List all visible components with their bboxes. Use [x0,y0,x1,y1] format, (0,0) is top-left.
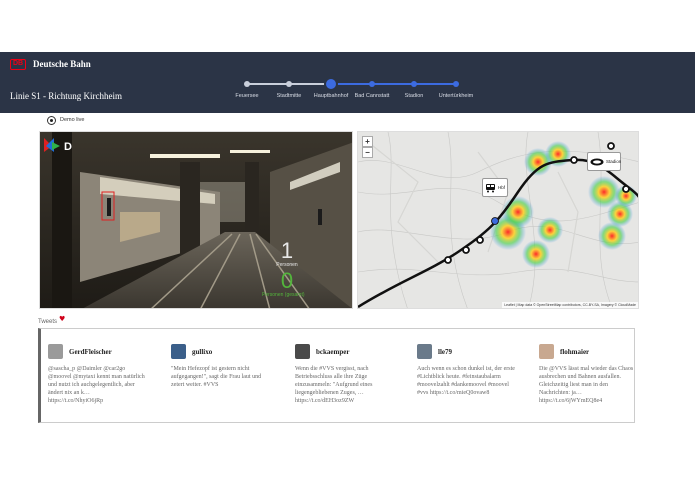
total-count-label: Personen (gesamt) [262,292,305,298]
tweet-username[interactable]: flohmaier [560,348,589,356]
marker-label: Stadion [606,159,622,164]
brand-name: Deutsche Bahn [33,59,91,69]
map-attribution[interactable]: Leaflet | Map data © OpenStreetMap contr… [502,302,638,308]
marker-stadion[interactable]: Stadion [587,152,621,171]
heatmap-map[interactable]: + − Hbf Stadion Leaflet | Map data © Ope… [357,131,639,309]
person-counter: 1 Personen 0 Personen (gesamt) [262,238,305,299]
stop-dot [286,81,292,87]
tweet-text: @sascha_p @Daimler @car2go @moovel @myta… [48,366,145,404]
stop-label: Untertürkheim [438,93,474,99]
total-count: 0 [280,268,294,293]
tweet-text: Wenn die #VVS vergisst, nach Betriebssch… [295,366,373,404]
tweet-text: Auch wenn es schon dunkel ist, der erste… [417,366,515,396]
zoom-in-button[interactable]: + [362,136,373,147]
tweet-username[interactable]: lle79 [438,348,452,356]
demo-live-radio[interactable] [47,116,56,125]
stadium-icon [590,158,604,166]
stop-dot [453,81,459,87]
line-title: Linie S1 - Richtung Kirchheim [10,91,122,101]
heart-icon: ♥ [59,315,66,323]
camera-feed: D 1 Personen 0 Personen (gesamt) [39,131,353,309]
demo-live-label[interactable]: Demo live [60,117,84,123]
marker-label: Hbf [498,185,506,190]
stop-dot [411,81,417,87]
tweet-username[interactable]: bckaemper [316,348,349,356]
camera-scene: D [40,132,352,308]
stops-upcoming-track [331,83,456,85]
tweet-text: Die @VVS lässt mal wieder das Chaos ausb… [539,366,634,404]
avatar [48,344,63,359]
tweets-heading: Tweets [38,319,58,325]
person-count: 1 [280,238,294,263]
tweet-username[interactable]: gullixo [192,348,212,356]
zoom-out-button[interactable]: − [362,147,373,158]
avatar [295,344,310,359]
current-stop-dot [326,79,336,89]
avatar [171,344,186,359]
svg-text:D: D [64,141,72,153]
avatar [539,344,554,359]
train-icon [486,184,495,193]
tweet-text: "Mein Hefezopf ist gestern nicht aufgega… [171,366,262,388]
stop-dot [244,81,250,87]
db-logo: DB [10,59,26,70]
marker-hbf[interactable]: Hbf [482,178,508,197]
avatar [417,344,432,359]
tweet-username[interactable]: GerdFleischer [69,348,112,356]
tweets-panel: GerdFleischer @sascha_p @Daimler @car2go… [38,328,635,423]
header-bar: DB Deutsche Bahn Linie S1 - Richtung Kir… [0,52,695,113]
stop-dot [369,81,375,87]
